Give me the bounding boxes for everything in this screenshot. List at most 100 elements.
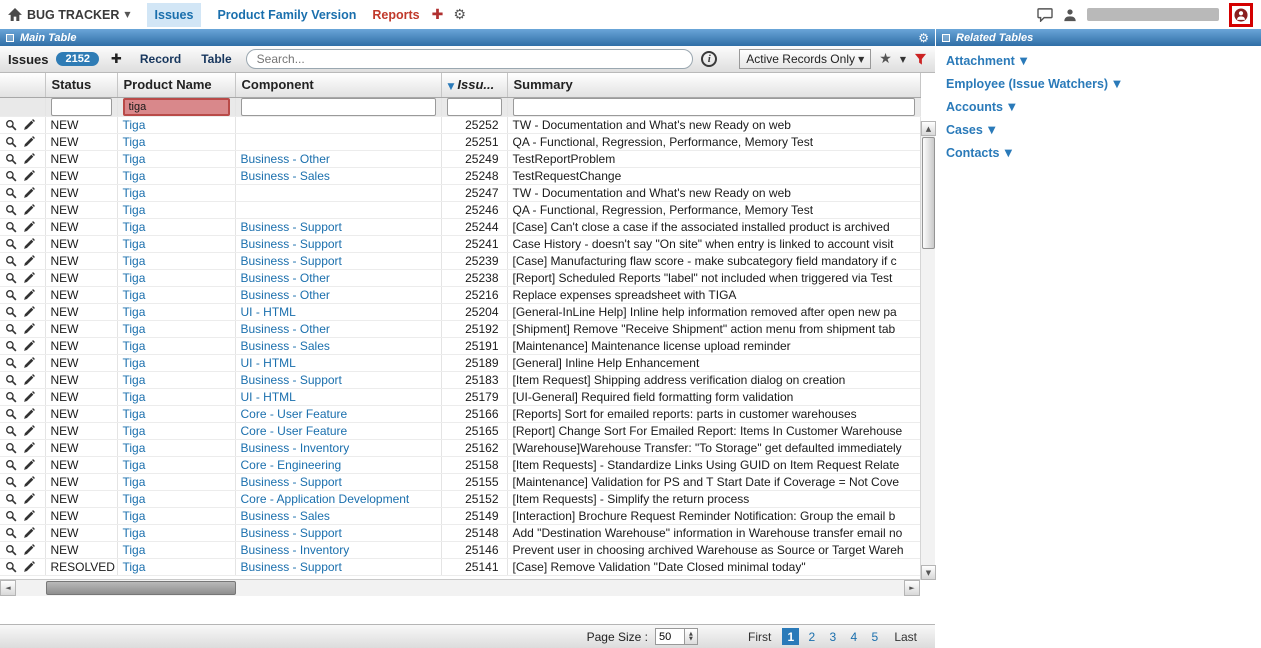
component-link[interactable]: Business - Sales — [241, 509, 330, 523]
view-record-icon[interactable] — [5, 442, 17, 454]
component-link[interactable]: Business - Other — [241, 271, 330, 285]
related-table-link[interactable]: Attachment ▼ — [946, 54, 1261, 68]
view-record-icon[interactable] — [5, 221, 17, 233]
component-link[interactable]: Business - Support — [241, 560, 342, 574]
edit-record-icon[interactable] — [23, 493, 35, 505]
settings-gear-icon[interactable]: ⚙ — [453, 7, 466, 23]
edit-record-icon[interactable] — [23, 272, 35, 284]
edit-record-icon[interactable] — [23, 357, 35, 369]
edit-record-icon[interactable] — [23, 340, 35, 352]
edit-record-icon[interactable] — [23, 255, 35, 267]
edit-record-icon[interactable] — [23, 408, 35, 420]
scroll-right-icon[interactable]: ► — [904, 580, 920, 596]
product-link[interactable]: Tiga — [123, 237, 146, 251]
product-link[interactable]: Tiga — [123, 390, 146, 404]
app-menu[interactable]: BUG TRACKER ▼ — [8, 8, 131, 22]
component-link[interactable]: Business - Other — [241, 322, 330, 336]
first-page-link[interactable]: First — [748, 630, 771, 644]
view-record-icon[interactable] — [5, 493, 17, 505]
product-link[interactable]: Tiga — [123, 169, 146, 183]
edit-record-icon[interactable] — [23, 459, 35, 471]
component-filter-input[interactable] — [241, 98, 436, 116]
view-record-icon[interactable] — [5, 408, 17, 420]
component-link[interactable]: UI - HTML — [241, 390, 296, 404]
product-link[interactable]: Tiga — [123, 186, 146, 200]
view-record-icon[interactable] — [5, 306, 17, 318]
scroll-left-icon[interactable]: ◄ — [0, 580, 16, 596]
edit-record-icon[interactable] — [23, 187, 35, 199]
chat-icon[interactable] — [1037, 8, 1053, 22]
last-page-link[interactable]: Last — [894, 630, 917, 644]
record-menu[interactable]: Record — [140, 52, 181, 66]
product-link[interactable]: Tiga — [123, 543, 146, 557]
page-size-spinner[interactable]: ▲▼ — [685, 628, 698, 645]
product-link[interactable]: Tiga — [123, 254, 146, 268]
component-link[interactable]: Business - Support — [241, 220, 342, 234]
edit-record-icon[interactable] — [23, 221, 35, 233]
product-link[interactable]: Tiga — [123, 220, 146, 234]
edit-record-icon[interactable] — [23, 306, 35, 318]
panel-gear-icon[interactable]: ⚙ — [918, 31, 929, 45]
issue-filter-input[interactable] — [447, 98, 502, 116]
component-link[interactable]: UI - HTML — [241, 305, 296, 319]
col-summary[interactable]: Summary — [507, 73, 920, 97]
product-link[interactable]: Tiga — [123, 135, 146, 149]
component-link[interactable]: Business - Support — [241, 526, 342, 540]
scroll-up-icon[interactable]: ▲ — [921, 121, 936, 136]
edit-record-icon[interactable] — [23, 510, 35, 522]
page-number-4[interactable]: 4 — [845, 628, 862, 645]
product-link[interactable]: Tiga — [123, 560, 146, 574]
edit-record-icon[interactable] — [23, 391, 35, 403]
product-link[interactable]: Tiga — [123, 526, 146, 540]
filter-funnel-icon[interactable] — [914, 53, 927, 66]
related-table-link[interactable]: Cases ▼ — [946, 123, 1261, 137]
user-icon[interactable] — [1063, 8, 1077, 22]
favorites-star-icon[interactable]: ★ — [879, 51, 892, 67]
vertical-scroll-thumb[interactable] — [922, 137, 935, 249]
component-link[interactable]: Business - Inventory — [241, 441, 350, 455]
view-record-icon[interactable] — [5, 119, 17, 131]
product-link[interactable]: Tiga — [123, 509, 146, 523]
component-link[interactable]: UI - HTML — [241, 356, 296, 370]
edit-record-icon[interactable] — [23, 170, 35, 182]
view-record-icon[interactable] — [5, 357, 17, 369]
edit-record-icon[interactable] — [23, 238, 35, 250]
component-link[interactable]: Business - Other — [241, 152, 330, 166]
product-link[interactable]: Tiga — [123, 407, 146, 421]
col-component[interactable]: Component — [235, 73, 441, 97]
related-table-link[interactable]: Contacts ▼ — [946, 146, 1261, 160]
issues-count-badge[interactable]: 2152 — [56, 52, 98, 66]
component-link[interactable]: Core - User Feature — [241, 424, 348, 438]
status-filter-input[interactable] — [51, 98, 112, 116]
page-size-input[interactable] — [655, 628, 685, 645]
product-link[interactable]: Tiga — [123, 373, 146, 387]
edit-record-icon[interactable] — [23, 442, 35, 454]
view-record-icon[interactable] — [5, 323, 17, 335]
col-status[interactable]: Status — [45, 73, 117, 97]
view-record-icon[interactable] — [5, 459, 17, 471]
component-link[interactable]: Business - Inventory — [241, 543, 350, 557]
view-record-icon[interactable] — [5, 510, 17, 522]
view-record-icon[interactable] — [5, 561, 17, 573]
view-record-icon[interactable] — [5, 476, 17, 488]
nav-product-family-version[interactable]: Product Family Version — [217, 8, 356, 22]
favorites-caret-icon[interactable]: ▼ — [900, 55, 906, 64]
component-link[interactable]: Core - Application Development — [241, 492, 410, 506]
component-link[interactable]: Business - Other — [241, 288, 330, 302]
component-link[interactable]: Business - Support — [241, 254, 342, 268]
scroll-down-icon[interactable]: ▼ — [921, 565, 936, 580]
component-link[interactable]: Business - Sales — [241, 339, 330, 353]
component-link[interactable]: Business - Support — [241, 237, 342, 251]
view-record-icon[interactable] — [5, 544, 17, 556]
view-record-icon[interactable] — [5, 187, 17, 199]
view-record-icon[interactable] — [5, 255, 17, 267]
edit-record-icon[interactable] — [23, 561, 35, 573]
edit-record-icon[interactable] — [23, 153, 35, 165]
component-link[interactable]: Core - Engineering — [241, 458, 342, 472]
table-menu[interactable]: Table — [201, 52, 231, 66]
related-table-link[interactable]: Employee (Issue Watchers) ▼ — [946, 77, 1261, 91]
edit-record-icon[interactable] — [23, 323, 35, 335]
product-link[interactable]: Tiga — [123, 441, 146, 455]
related-table-link[interactable]: Accounts ▼ — [946, 100, 1261, 114]
view-record-icon[interactable] — [5, 204, 17, 216]
